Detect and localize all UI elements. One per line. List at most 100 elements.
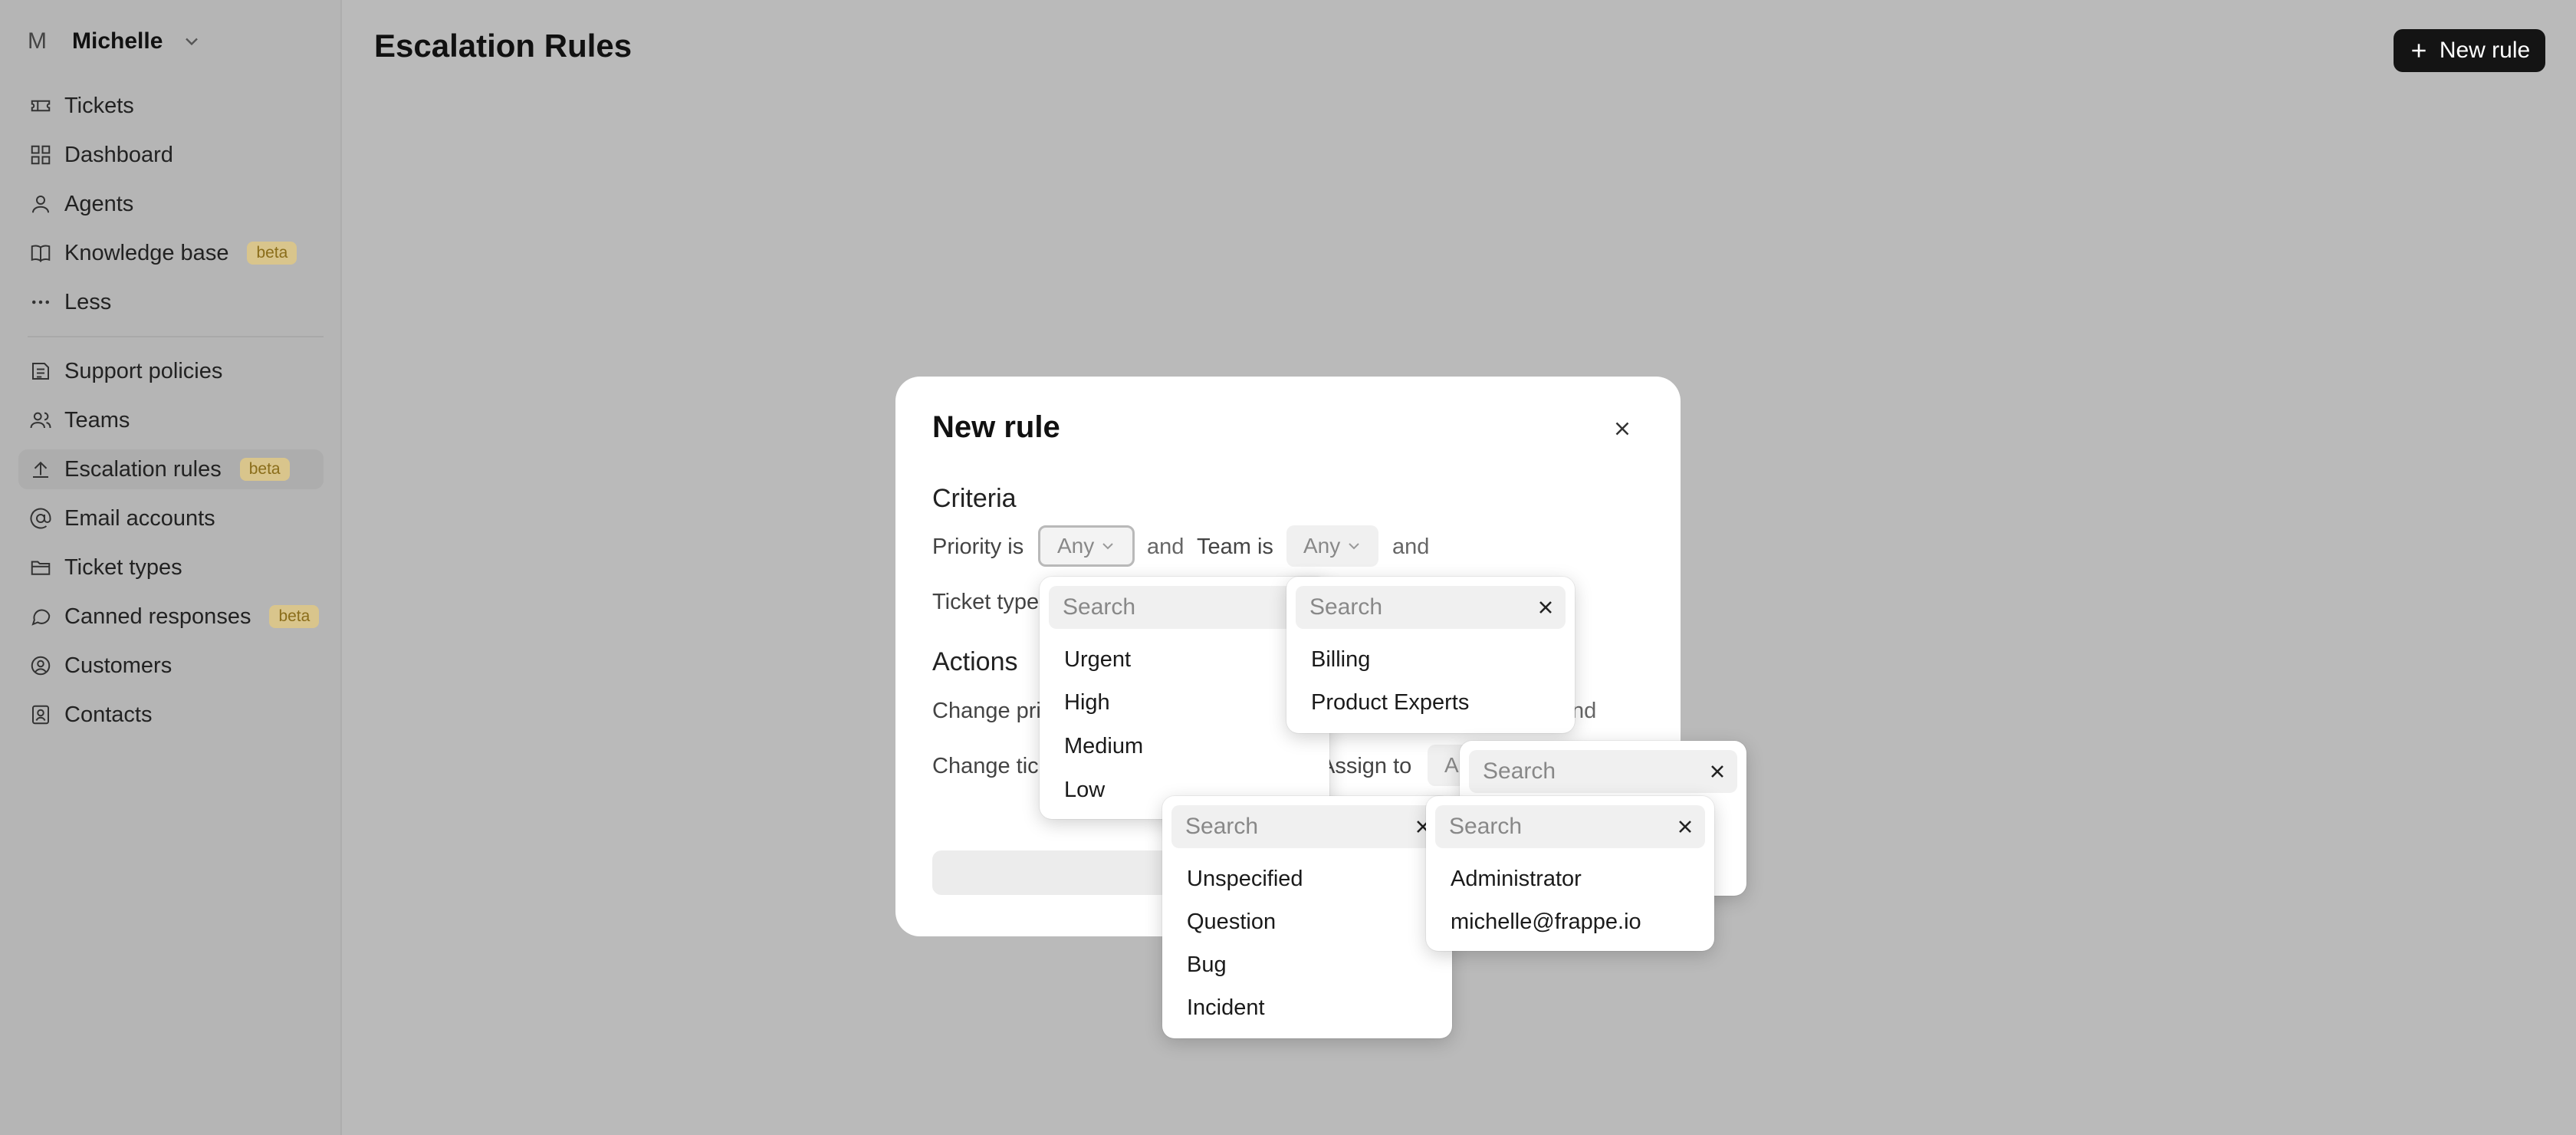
upload-icon xyxy=(28,456,54,482)
sidebar-item-label: Dashboard xyxy=(64,142,173,167)
option-unspecified[interactable]: Unspecified xyxy=(1187,867,1303,892)
sidebar-item-label: Teams xyxy=(64,407,130,433)
team-label: Team is xyxy=(1197,535,1273,559)
sidebar-item-agents[interactable]: Agents xyxy=(18,184,324,224)
change-ticket-label: Change tic xyxy=(932,754,1039,778)
dialog-title: New rule xyxy=(932,410,1060,444)
assign-agent-dropdown: Search Administrator michelle@frappe.io xyxy=(1426,796,1714,951)
team-select-value: Any xyxy=(1303,534,1341,558)
option-administrator[interactable]: Administrator xyxy=(1451,867,1582,892)
sidebar-item-contacts[interactable]: Contacts xyxy=(18,695,324,735)
user-circle-icon xyxy=(28,653,54,679)
option-billing[interactable]: Billing xyxy=(1311,647,1370,673)
search-input[interactable]: Search xyxy=(1469,750,1737,793)
priority-select-value: Any xyxy=(1057,534,1095,558)
option-product-experts[interactable]: Product Experts xyxy=(1311,690,1469,716)
sidebar-item-label: Agents xyxy=(64,191,134,216)
sidebar-item-label: Escalation rules xyxy=(64,456,222,482)
priority-select[interactable]: Any xyxy=(1038,525,1135,567)
option-bug[interactable]: Bug xyxy=(1187,952,1227,978)
option-incident[interactable]: Incident xyxy=(1187,995,1265,1021)
sidebar-item-knowledge-base[interactable]: Knowledge base beta xyxy=(18,233,324,273)
criteria-heading: Criteria xyxy=(932,484,1017,513)
search-placeholder: Search xyxy=(1309,594,1383,620)
users-icon xyxy=(28,407,54,433)
account-name: Michelle xyxy=(72,28,163,54)
sidebar: M Michelle Tickets Dashboard Agents Know… xyxy=(0,0,342,1135)
assign-to-label: Assign to xyxy=(1320,754,1412,778)
sidebar-item-less[interactable]: Less xyxy=(18,282,324,322)
message-icon xyxy=(28,604,54,630)
sidebar-item-support-policies[interactable]: Support policies xyxy=(18,351,324,391)
chevron-down-icon xyxy=(1102,543,1113,550)
and-text: nd xyxy=(1572,699,1597,723)
close-button[interactable] xyxy=(1607,413,1638,444)
folder-icon xyxy=(28,554,54,581)
chevron-down-icon xyxy=(1349,543,1359,550)
and-text: and xyxy=(1392,535,1430,559)
search-input[interactable]: Search xyxy=(1435,805,1705,848)
actions-heading: Actions xyxy=(932,647,1018,676)
search-placeholder: Search xyxy=(1449,814,1523,839)
sidebar-item-label: Tickets xyxy=(64,93,134,118)
sidebar-item-label: Support policies xyxy=(64,358,223,383)
book-icon xyxy=(28,240,54,266)
beta-badge: beta xyxy=(247,242,297,265)
sidebar-item-customers[interactable]: Customers xyxy=(18,646,324,686)
policy-icon xyxy=(28,358,54,384)
close-icon[interactable] xyxy=(1707,761,1728,782)
beta-badge: beta xyxy=(239,458,290,481)
sidebar-item-dashboard[interactable]: Dashboard xyxy=(18,135,324,175)
option-medium[interactable]: Medium xyxy=(1064,734,1143,759)
at-icon xyxy=(28,505,54,531)
account-switcher[interactable]: M Michelle xyxy=(28,25,202,58)
and-text: and xyxy=(1147,535,1184,559)
priority-label: Priority is xyxy=(932,535,1024,559)
search-placeholder: Search xyxy=(1063,594,1136,620)
close-icon[interactable] xyxy=(1535,597,1556,618)
sidebar-divider xyxy=(28,336,324,337)
sidebar-item-email-accounts[interactable]: Email accounts xyxy=(18,498,324,538)
dashboard-icon xyxy=(28,142,54,168)
sidebar-item-label: Email accounts xyxy=(64,505,215,531)
sidebar-item-label: Knowledge base xyxy=(64,240,229,265)
option-question[interactable]: Question xyxy=(1187,910,1276,935)
ellipsis-icon xyxy=(28,289,54,315)
sidebar-item-label: Contacts xyxy=(64,702,153,727)
search-input[interactable]: Search xyxy=(1296,586,1566,629)
close-icon[interactable] xyxy=(1674,816,1696,837)
sidebar-item-canned-responses[interactable]: Canned responses beta xyxy=(18,597,324,637)
sidebar-item-label: Customers xyxy=(64,653,172,678)
plus-icon xyxy=(2412,44,2426,58)
sidebar-item-escalation-rules[interactable]: Escalation rules beta xyxy=(18,449,324,489)
sidebar-item-label: Canned responses xyxy=(64,604,251,629)
sidebar-item-ticket-types[interactable]: Ticket types xyxy=(18,548,324,587)
user-icon xyxy=(28,191,54,217)
ticket-icon xyxy=(28,93,54,119)
sidebar-item-tickets[interactable]: Tickets xyxy=(18,86,324,126)
team-select[interactable]: Any xyxy=(1286,525,1378,567)
search-placeholder: Search xyxy=(1185,814,1259,839)
sidebar-item-label: Ticket types xyxy=(64,554,182,580)
assign-select-value: A xyxy=(1444,753,1459,777)
ticket-type-dropdown: Search Unspecified Question Bug Incident xyxy=(1162,796,1452,1038)
ticket-type-label: Ticket type xyxy=(932,590,1040,614)
close-icon xyxy=(1615,422,1629,436)
contact-icon xyxy=(28,702,54,728)
change-priority-label: Change pri xyxy=(932,699,1041,723)
search-placeholder: Search xyxy=(1483,758,1556,784)
option-high[interactable]: High xyxy=(1064,690,1110,716)
option-michelle[interactable]: michelle@frappe.io xyxy=(1451,910,1641,935)
search-input[interactable]: Search xyxy=(1171,805,1443,848)
beta-badge: beta xyxy=(269,605,320,628)
search-input[interactable]: Search xyxy=(1049,586,1320,629)
new-rule-label: New rule xyxy=(2439,38,2531,63)
option-low[interactable]: Low xyxy=(1064,778,1105,803)
new-rule-button[interactable]: New rule xyxy=(2394,29,2545,72)
team-dropdown: Search Billing Product Experts xyxy=(1286,577,1575,733)
avatar: M xyxy=(28,28,47,54)
sidebar-item-label: Less xyxy=(64,289,112,314)
page-title: Escalation Rules xyxy=(374,28,632,64)
sidebar-item-teams[interactable]: Teams xyxy=(18,400,324,440)
option-urgent[interactable]: Urgent xyxy=(1064,647,1131,673)
